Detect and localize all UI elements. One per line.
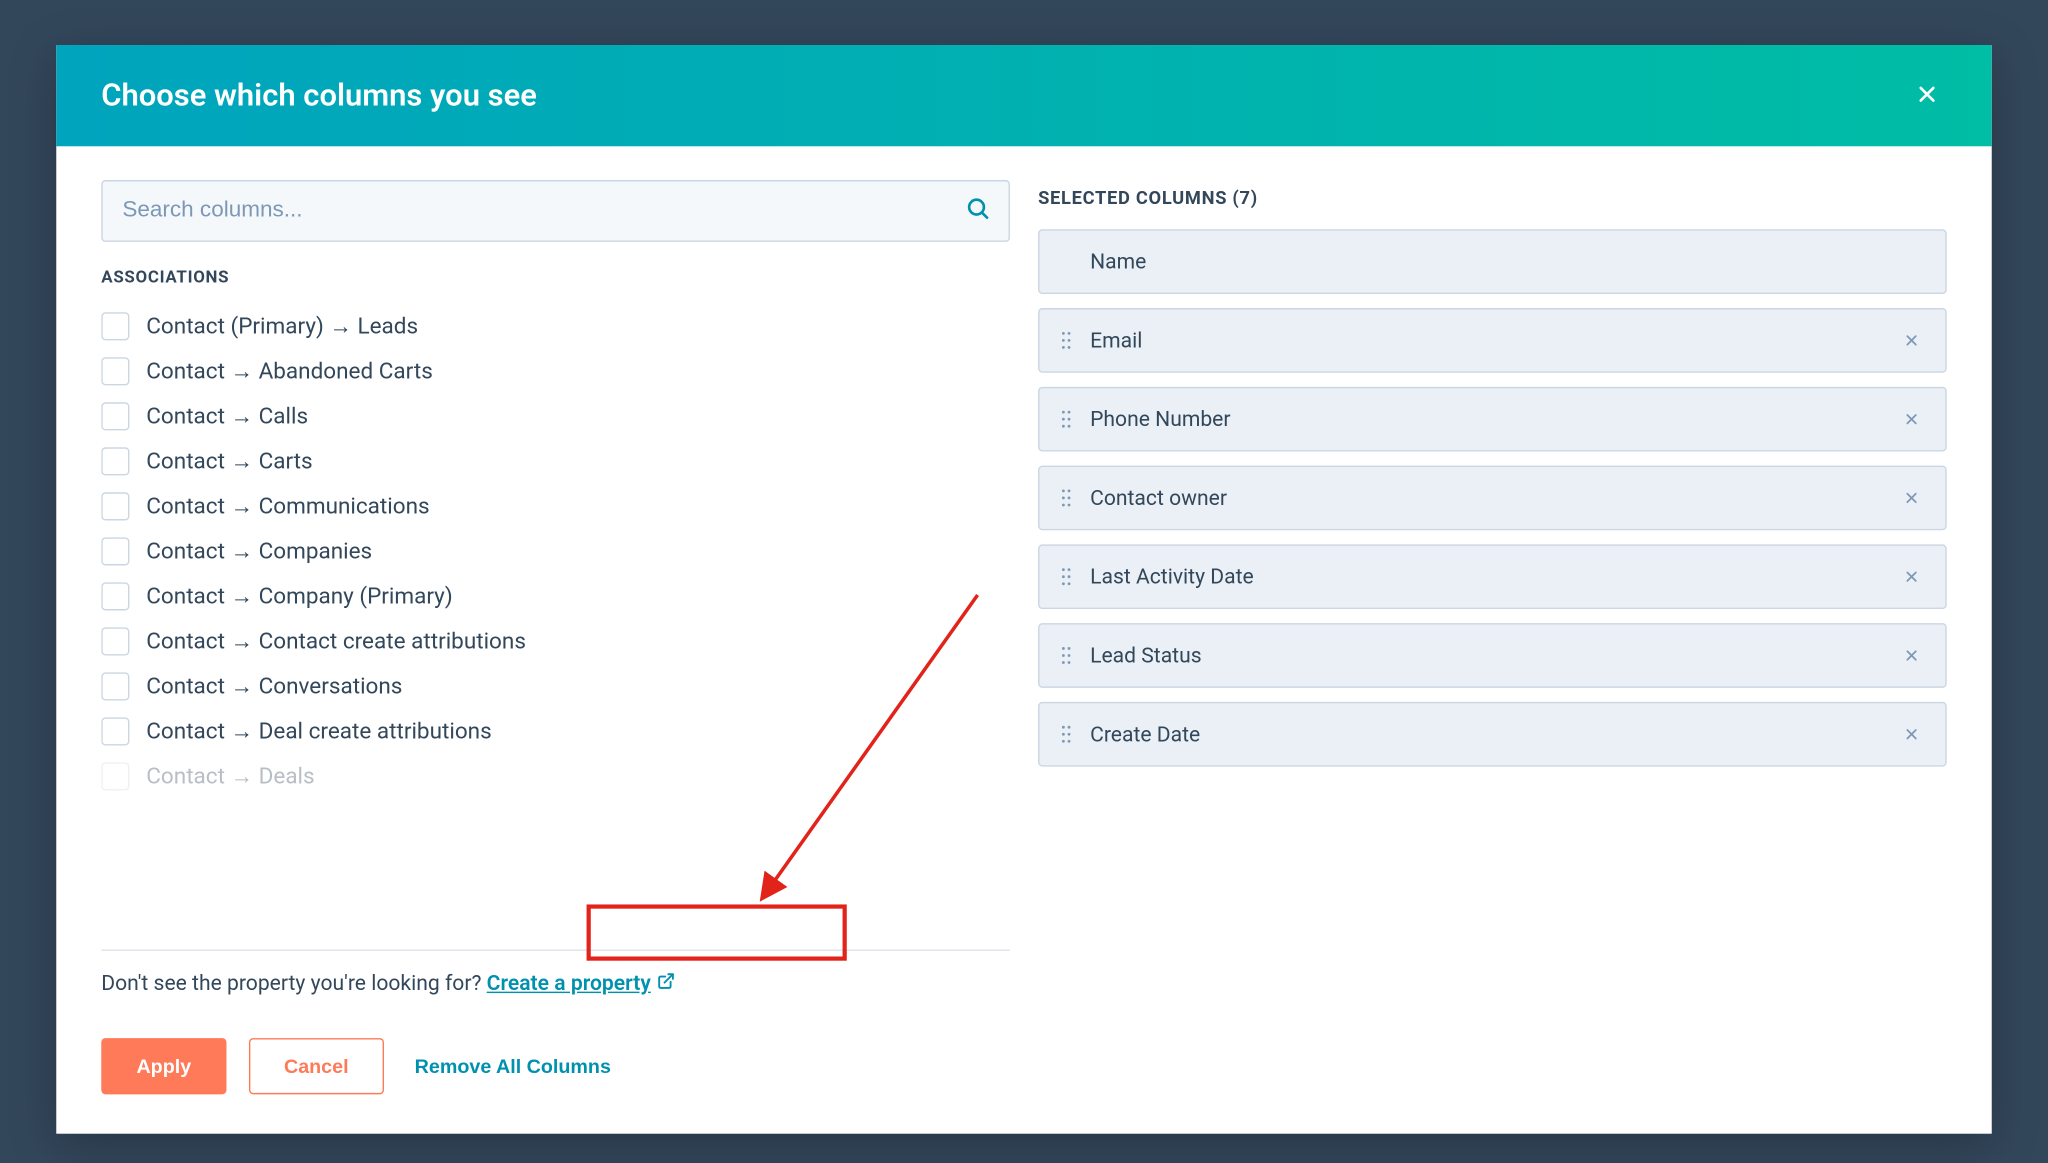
association-checkbox[interactable] [101, 627, 129, 655]
modal-footer: Apply Cancel Remove All Columns [56, 1004, 1991, 1133]
association-row[interactable]: Contact → Abandoned Carts [101, 349, 1010, 394]
selected-column-item[interactable]: Phone Number [1038, 387, 1947, 452]
selected-columns-list: Name Email Phone Number Contact owner Last A… [1038, 229, 1947, 766]
remove-column-button[interactable] [1898, 484, 1926, 512]
association-label: Contact → Companies [146, 537, 372, 565]
remove-column-button[interactable] [1898, 563, 1926, 591]
selected-column-label: Email [1090, 328, 1897, 353]
association-label: Contact → Contact create attributions [146, 627, 526, 655]
remove-column-button[interactable] [1898, 326, 1926, 354]
modal-body: Associations Contact (Primary) → LeadsCo… [56, 146, 1991, 1004]
association-checkbox[interactable] [101, 312, 129, 340]
association-checkbox[interactable] [101, 672, 129, 700]
association-label: Contact → Communications [146, 492, 429, 520]
association-row[interactable]: Contact (Primary) → Leads [101, 304, 1010, 349]
create-property-row: Don't see the property you're looking fo… [101, 949, 1010, 1004]
association-checkbox[interactable] [101, 762, 129, 790]
selected-column-label: Phone Number [1090, 407, 1897, 432]
column-selector-modal: Choose which columns you see Association… [56, 45, 1991, 1134]
modal-title: Choose which columns you see [101, 78, 537, 113]
association-label: Contact → Deals [146, 762, 314, 790]
associations-list: Contact (Primary) → Leads Contact → Aband… [101, 304, 1010, 944]
create-property-prompt: Don't see the property you're looking fo… [101, 971, 486, 996]
selected-column-item[interactable]: Email [1038, 308, 1947, 373]
search-wrap [101, 180, 1010, 242]
selected-columns-panel: SELECTED COLUMNS (7) Name Email Phone Numb… [1038, 180, 1947, 1004]
external-link-icon [656, 971, 674, 996]
drag-handle-icon[interactable] [1059, 331, 1073, 351]
drag-handle-icon[interactable] [1059, 488, 1073, 508]
selected-column-label: Lead Status [1090, 643, 1897, 668]
selected-columns-header: SELECTED COLUMNS (7) [1038, 188, 1947, 209]
association-row[interactable]: Contact → Calls [101, 394, 1010, 439]
association-row[interactable]: Contact → Communications [101, 484, 1010, 529]
selected-column-item[interactable]: Contact owner [1038, 466, 1947, 531]
close-button[interactable] [1907, 76, 1946, 115]
association-row[interactable]: Contact → Contact create attributions [101, 619, 1010, 664]
remove-all-columns-button[interactable]: Remove All Columns [415, 1055, 611, 1078]
close-icon [1914, 81, 1939, 111]
association-label: Contact → Conversations [146, 672, 402, 700]
association-label: Contact (Primary) → Leads [146, 312, 418, 340]
create-property-link-text: Create a property [487, 971, 651, 996]
remove-column-button[interactable] [1898, 405, 1926, 433]
selected-column-label: Contact owner [1090, 485, 1897, 510]
association-checkbox[interactable] [101, 357, 129, 385]
association-checkbox[interactable] [101, 492, 129, 520]
create-property-link[interactable]: Create a property [487, 971, 675, 996]
association-row[interactable]: Contact → Deals [101, 754, 1010, 799]
associations-section-label: Associations [101, 267, 1010, 287]
association-label: Contact → Company (Primary) [146, 582, 452, 610]
drag-handle-icon[interactable] [1059, 724, 1073, 744]
search-icon [965, 196, 990, 227]
selected-column-item: Name [1038, 229, 1947, 294]
selected-column-label: Name [1090, 249, 1897, 274]
association-label: Contact → Calls [146, 402, 308, 430]
association-checkbox[interactable] [101, 402, 129, 430]
modal-header: Choose which columns you see [56, 45, 1991, 146]
apply-button[interactable]: Apply [101, 1038, 226, 1094]
association-checkbox[interactable] [101, 447, 129, 475]
search-input[interactable] [101, 180, 1010, 242]
association-checkbox[interactable] [101, 717, 129, 745]
remove-column-button[interactable] [1898, 720, 1926, 748]
association-label: Contact → Carts [146, 447, 312, 475]
drag-handle-icon[interactable] [1059, 646, 1073, 666]
association-row[interactable]: Contact → Carts [101, 439, 1010, 484]
drag-handle-icon[interactable] [1059, 567, 1073, 587]
association-label: Contact → Deal create attributions [146, 717, 491, 745]
association-checkbox[interactable] [101, 582, 129, 610]
association-label: Contact → Abandoned Carts [146, 357, 433, 385]
selected-column-item[interactable]: Lead Status [1038, 623, 1947, 688]
remove-column-button[interactable] [1898, 641, 1926, 669]
selected-column-label: Last Activity Date [1090, 564, 1897, 589]
selected-column-item[interactable]: Create Date [1038, 702, 1947, 767]
available-columns-panel: Associations Contact (Primary) → LeadsCo… [101, 180, 1010, 1004]
selected-column-label: Create Date [1090, 722, 1897, 747]
selected-column-item[interactable]: Last Activity Date [1038, 544, 1947, 609]
association-row[interactable]: Contact → Company (Primary) [101, 574, 1010, 619]
association-row[interactable]: Contact → Conversations [101, 664, 1010, 709]
cancel-button[interactable]: Cancel [249, 1038, 384, 1094]
association-row[interactable]: Contact → Companies [101, 529, 1010, 574]
drag-handle-icon[interactable] [1059, 409, 1073, 429]
association-row[interactable]: Contact → Deal create attributions [101, 709, 1010, 754]
association-checkbox[interactable] [101, 537, 129, 565]
